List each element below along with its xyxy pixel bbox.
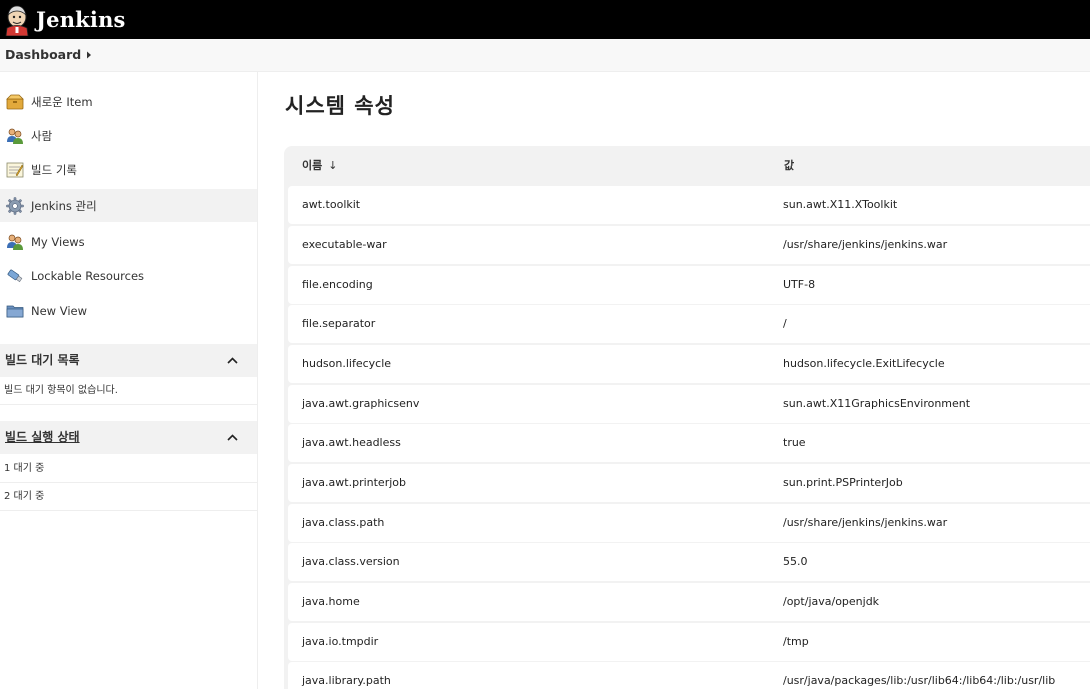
table-row: java.awt.printerjob sun.print.PSPrinterJ… [288, 464, 1090, 502]
table-row: hudson.lifecycle hudson.lifecycle.ExitLi… [288, 345, 1090, 383]
build-queue-empty: 빌드 대기 항목이 없습니다. [0, 377, 257, 405]
property-value: / [783, 317, 787, 330]
sidebar-item-label: 사람 [31, 128, 53, 143]
executors-title[interactable]: 빌드 실행 상태 [5, 421, 80, 454]
table-header: 이름 ↓ 값 [284, 146, 1090, 186]
property-value: 55.0 [783, 555, 808, 568]
column-header-name[interactable]: 이름 ↓ [302, 146, 337, 186]
table-row: java.io.tmpdir /tmp [288, 623, 1090, 661]
brand-title: Jenkins [36, 7, 126, 32]
property-value: sun.awt.X11.XToolkit [783, 198, 898, 211]
build-queue-empty-text: 빌드 대기 항목이 없습니다. [4, 385, 118, 396]
chevron-right-icon[interactable] [85, 50, 93, 60]
property-name: file.separator [302, 317, 376, 330]
gear-icon [6, 196, 24, 215]
sidebar-item-label: My Views [31, 234, 85, 249]
property-name: java.awt.headless [302, 436, 401, 449]
column-header-label: 이름 [302, 159, 323, 172]
sidebar-item-label: Lockable Resources [31, 268, 145, 283]
table-row: java.home /opt/java/openjdk [288, 583, 1090, 621]
property-name: hudson.lifecycle [302, 357, 392, 370]
system-properties-table: 이름 ↓ 값 awt.toolkit sun.awt.X11.XToolkit e… [284, 146, 1090, 689]
sidebar: 새로운 Item 사람 빌드 기록 Jenkins 관리 My Views Lo… [0, 72, 258, 689]
property-value: UTF-8 [783, 278, 816, 291]
folder-icon [6, 305, 24, 317]
sort-arrow-icon: ↓ [328, 159, 338, 172]
property-name: java.io.tmpdir [302, 635, 379, 648]
table-row: java.class.path /usr/share/jenkins/jenki… [288, 504, 1090, 542]
sidebar-item-my-views[interactable]: My Views [0, 225, 257, 258]
property-name: java.home [302, 595, 360, 608]
executor-status: 2 대기 중 [4, 491, 45, 502]
sidebar-item-label: New View [31, 303, 88, 318]
table-row: executable-war /usr/share/jenkins/jenkin… [288, 226, 1090, 264]
column-header-value[interactable]: 값 [784, 146, 794, 186]
column-header-label: 값 [784, 159, 795, 172]
sidebar-item-label: 빌드 기록 [31, 162, 77, 177]
jenkins-home-link[interactable]: Jenkins [4, 0, 126, 39]
build-queue-title: 빌드 대기 목록 [5, 353, 80, 367]
property-name: file.encoding [302, 278, 373, 291]
property-value: true [783, 436, 806, 449]
chevron-up-icon[interactable] [226, 431, 239, 444]
page-title: 시스템 속성 [285, 94, 395, 118]
usb-icon [7, 269, 23, 282]
build-queue-header: 빌드 대기 목록 [0, 344, 257, 377]
sidebar-item-new-view[interactable]: New View [0, 294, 257, 327]
executors-header: 빌드 실행 상태 [0, 421, 257, 454]
new-item-icon [6, 94, 24, 109]
table-row: awt.toolkit sun.awt.X11.XToolkit [288, 186, 1090, 224]
table-row: file.encoding UTF-8 [288, 266, 1090, 304]
table-row: file.separator / [288, 305, 1090, 343]
sidebar-item-label: 새로운 Item [31, 94, 93, 109]
table-row: java.class.version 55.0 [288, 543, 1090, 581]
property-name: java.awt.printerjob [302, 476, 406, 489]
property-value: /opt/java/openjdk [783, 595, 880, 608]
breadcrumb: Dashboard [0, 39, 1090, 72]
table-row: java.awt.graphicsenv sun.awt.X11Graphics… [288, 385, 1090, 423]
executor-row: 1 대기 중 [0, 455, 257, 483]
property-name: java.class.path [302, 516, 385, 529]
sidebar-item-new-item[interactable]: 새로운 Item [0, 85, 257, 118]
property-value: hudson.lifecycle.ExitLifecycle [783, 357, 945, 370]
property-name: awt.toolkit [302, 198, 361, 211]
table-row: java.awt.headless true [288, 424, 1090, 462]
property-value: /tmp [783, 635, 809, 648]
table-row: java.library.path /usr/java/packages/lib… [288, 662, 1090, 689]
sidebar-item-people[interactable]: 사람 [0, 119, 257, 152]
property-name: java.class.version [302, 555, 400, 568]
chevron-up-icon[interactable] [226, 354, 239, 367]
people-icon [7, 234, 23, 250]
breadcrumb-dashboard[interactable]: Dashboard [5, 39, 81, 71]
people-icon [7, 128, 23, 144]
executor-status: 1 대기 중 [4, 463, 45, 474]
property-value: /usr/share/jenkins/jenkins.war [783, 516, 948, 529]
property-name: executable-war [302, 238, 387, 251]
sidebar-item-label: Jenkins 관리 [31, 198, 97, 213]
property-value: /usr/share/jenkins/jenkins.war [783, 238, 948, 251]
sidebar-item-manage-jenkins[interactable]: Jenkins 관리 [0, 189, 257, 222]
jenkins-logo-icon [5, 5, 29, 36]
top-header: Jenkins [0, 0, 1090, 39]
executor-row: 2 대기 중 [0, 483, 257, 511]
property-value: /usr/java/packages/lib:/usr/lib64:/lib64… [783, 674, 1056, 687]
sidebar-item-lockable-resources[interactable]: Lockable Resources [0, 259, 257, 292]
property-value: sun.print.PSPrinterJob [783, 476, 903, 489]
build-history-icon [6, 162, 24, 177]
property-name: java.awt.graphicsenv [302, 397, 420, 410]
property-value: sun.awt.X11GraphicsEnvironment [783, 397, 971, 410]
sidebar-item-build-history[interactable]: 빌드 기록 [0, 153, 257, 186]
property-name: java.library.path [302, 674, 391, 687]
